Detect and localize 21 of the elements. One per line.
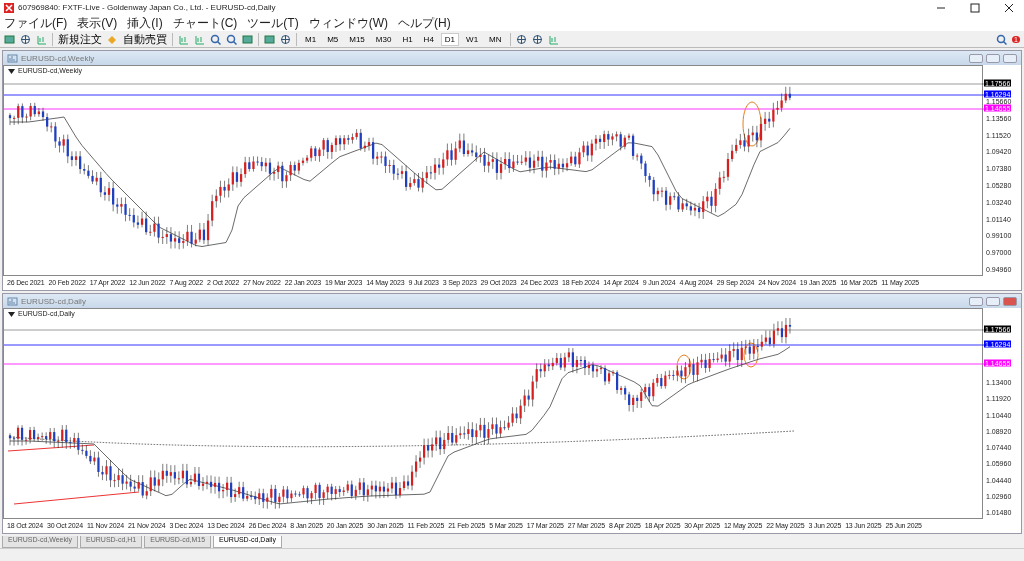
- timeframe-button[interactable]: M5: [324, 33, 342, 45]
- window-title: 607969840: FXTF-Live - Goldenway Japan Co., Ltd. - EURUSD-cd,Daily: [18, 3, 277, 12]
- menu-item[interactable]: ツール(T): [247, 15, 299, 31]
- menu-item[interactable]: ファイル(F): [4, 15, 68, 31]
- auto-trading-button[interactable]: 自動売買: [123, 31, 167, 47]
- timeframe-button[interactable]: H1: [399, 33, 416, 45]
- timeframe-button[interactable]: M1: [302, 33, 320, 45]
- menu-item[interactable]: 挿入(I): [127, 15, 163, 31]
- timeframe-button[interactable]: W1: [463, 33, 482, 45]
- new-order-button[interactable]: 新規注文: [58, 31, 102, 47]
- timeframe-button[interactable]: D1: [441, 33, 459, 45]
- timeframe-button[interactable]: H4: [420, 33, 437, 45]
- menu-item[interactable]: ウィンドウ(W): [308, 15, 388, 31]
- chart-window-title: EURUSD-cd,Daily: [21, 296, 87, 306]
- menu-item[interactable]: チャート(C): [172, 15, 238, 31]
- timeframe-button[interactable]: MN: [486, 33, 505, 45]
- timeframe-button[interactable]: M30: [372, 33, 395, 45]
- menu-item[interactable]: ヘルプ(H): [398, 15, 451, 31]
- timeframe-button[interactable]: M15: [346, 33, 368, 45]
- menu-item[interactable]: 表示(V): [77, 15, 118, 31]
- chart-window-title: EURUSD-cd,Weekly: [21, 53, 96, 63]
